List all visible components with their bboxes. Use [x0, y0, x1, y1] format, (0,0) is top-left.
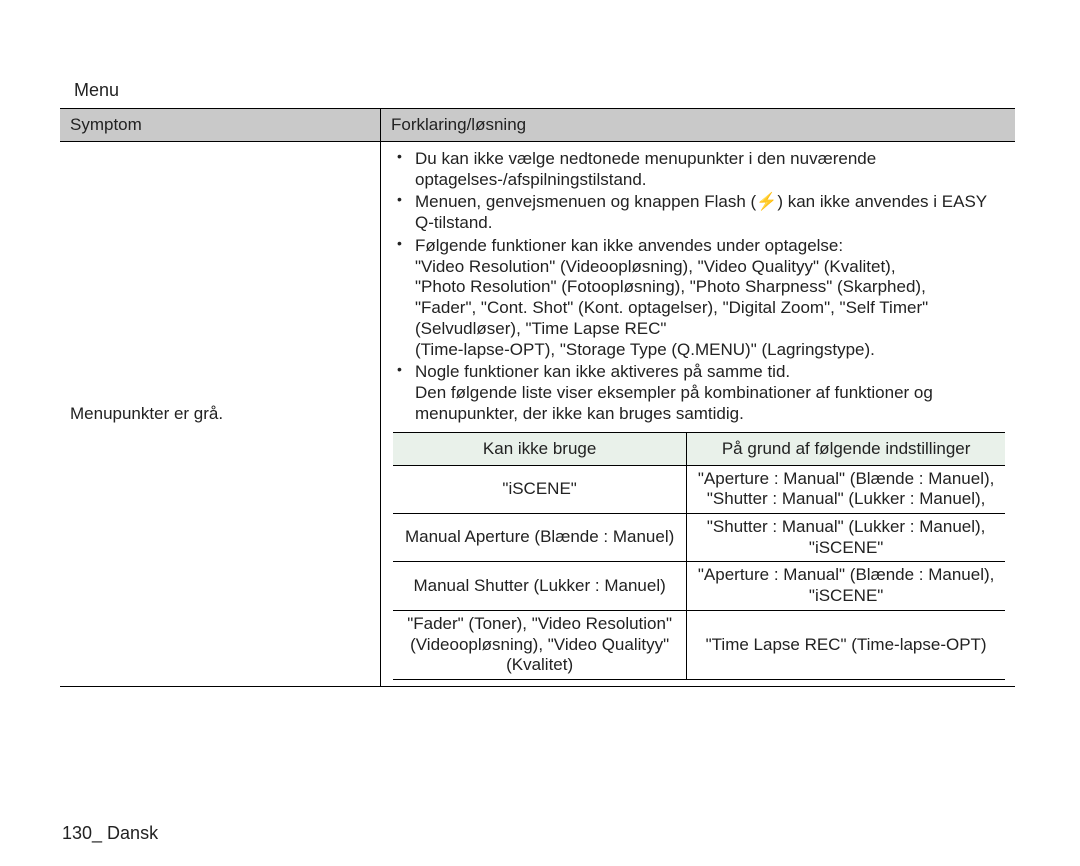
- explanation-cell: Du kan ikke vælge nedtonede menupunkter …: [381, 142, 1016, 687]
- table-row: Manual Aperture (Blænde : Manuel) "Shutt…: [393, 514, 1005, 562]
- page-footer: 130_ Dansk: [62, 823, 158, 844]
- symptom-cell: Menupunkter er grå.: [60, 142, 381, 687]
- cell-because: "Aperture : Manual" (Blænde : Manuel), "…: [687, 562, 1005, 610]
- bullet-text: Menuen, genvejsmenuen og knappen Flash (: [415, 192, 756, 211]
- sub-line: "Fader", "Cont. Shot" (Kont. optagelser)…: [415, 298, 1005, 339]
- cell-because: "Shutter : Manual" (Lukker : Manuel), "i…: [687, 514, 1005, 562]
- flash-icon: ⚡: [756, 192, 777, 213]
- list-item: Følgende funktioner kan ikke anvendes un…: [415, 235, 1005, 361]
- section-title: Menu: [74, 80, 119, 101]
- bullet-text: Nogle funktioner kan ikke aktiveres på s…: [415, 362, 790, 381]
- table-row: "iSCENE" "Aperture : Manual" (Blænde : M…: [393, 465, 1005, 513]
- cell-cannot: "iSCENE": [393, 465, 687, 513]
- list-item: Menuen, genvejsmenuen og knappen Flash (…: [415, 191, 1005, 234]
- cell-because: "Time Lapse REC" (Time-lapse-OPT): [687, 610, 1005, 679]
- sub-line: (Time-lapse-OPT), "Storage Type (Q.MENU)…: [415, 340, 1005, 361]
- cell-cannot: Manual Shutter (Lukker : Manuel): [393, 562, 687, 610]
- sub-line: Den følgende liste viser eksempler på ko…: [415, 383, 1005, 424]
- page: Menu Symptom Forklaring/løsning Menupunk…: [0, 0, 1080, 866]
- list-item: Nogle funktioner kan ikke aktiveres på s…: [415, 361, 1005, 425]
- table-row: "Fader" (Toner), "Video Resolution" (Vid…: [393, 610, 1005, 679]
- list-item: Du kan ikke vælge nedtonede menupunkter …: [415, 148, 1005, 191]
- cell-cannot: "Fader" (Toner), "Video Resolution" (Vid…: [393, 610, 687, 679]
- bullet-list: Du kan ikke vælge nedtonede menupunkter …: [393, 148, 1005, 426]
- sub-line: "Video Resolution" (Videoopløsning), "Vi…: [415, 257, 1005, 278]
- troubleshooting-table: Symptom Forklaring/løsning Menupunkter e…: [60, 108, 1015, 687]
- col-header-explanation: Forklaring/løsning: [381, 109, 1016, 142]
- cell-because: "Aperture : Manual" (Blænde : Manuel), "…: [687, 465, 1005, 513]
- bullet-text: Du kan ikke vælge nedtonede menupunkter …: [415, 149, 876, 189]
- inner-col-because: På grund af følgende indstillinger: [687, 432, 1005, 465]
- inner-col-cannot-use: Kan ikke bruge: [393, 432, 687, 465]
- sub-line: "Photo Resolution" (Fotoopløsning), "Pho…: [415, 277, 1005, 298]
- table-row: Menupunkter er grå. Du kan ikke vælge ne…: [60, 142, 1015, 687]
- table-row: Manual Shutter (Lukker : Manuel) "Apertu…: [393, 562, 1005, 610]
- bullet-text: Følgende funktioner kan ikke anvendes un…: [415, 236, 843, 255]
- col-header-symptom: Symptom: [60, 109, 381, 142]
- cell-cannot: Manual Aperture (Blænde : Manuel): [393, 514, 687, 562]
- inner-table: Kan ikke bruge På grund af følgende inds…: [393, 432, 1005, 681]
